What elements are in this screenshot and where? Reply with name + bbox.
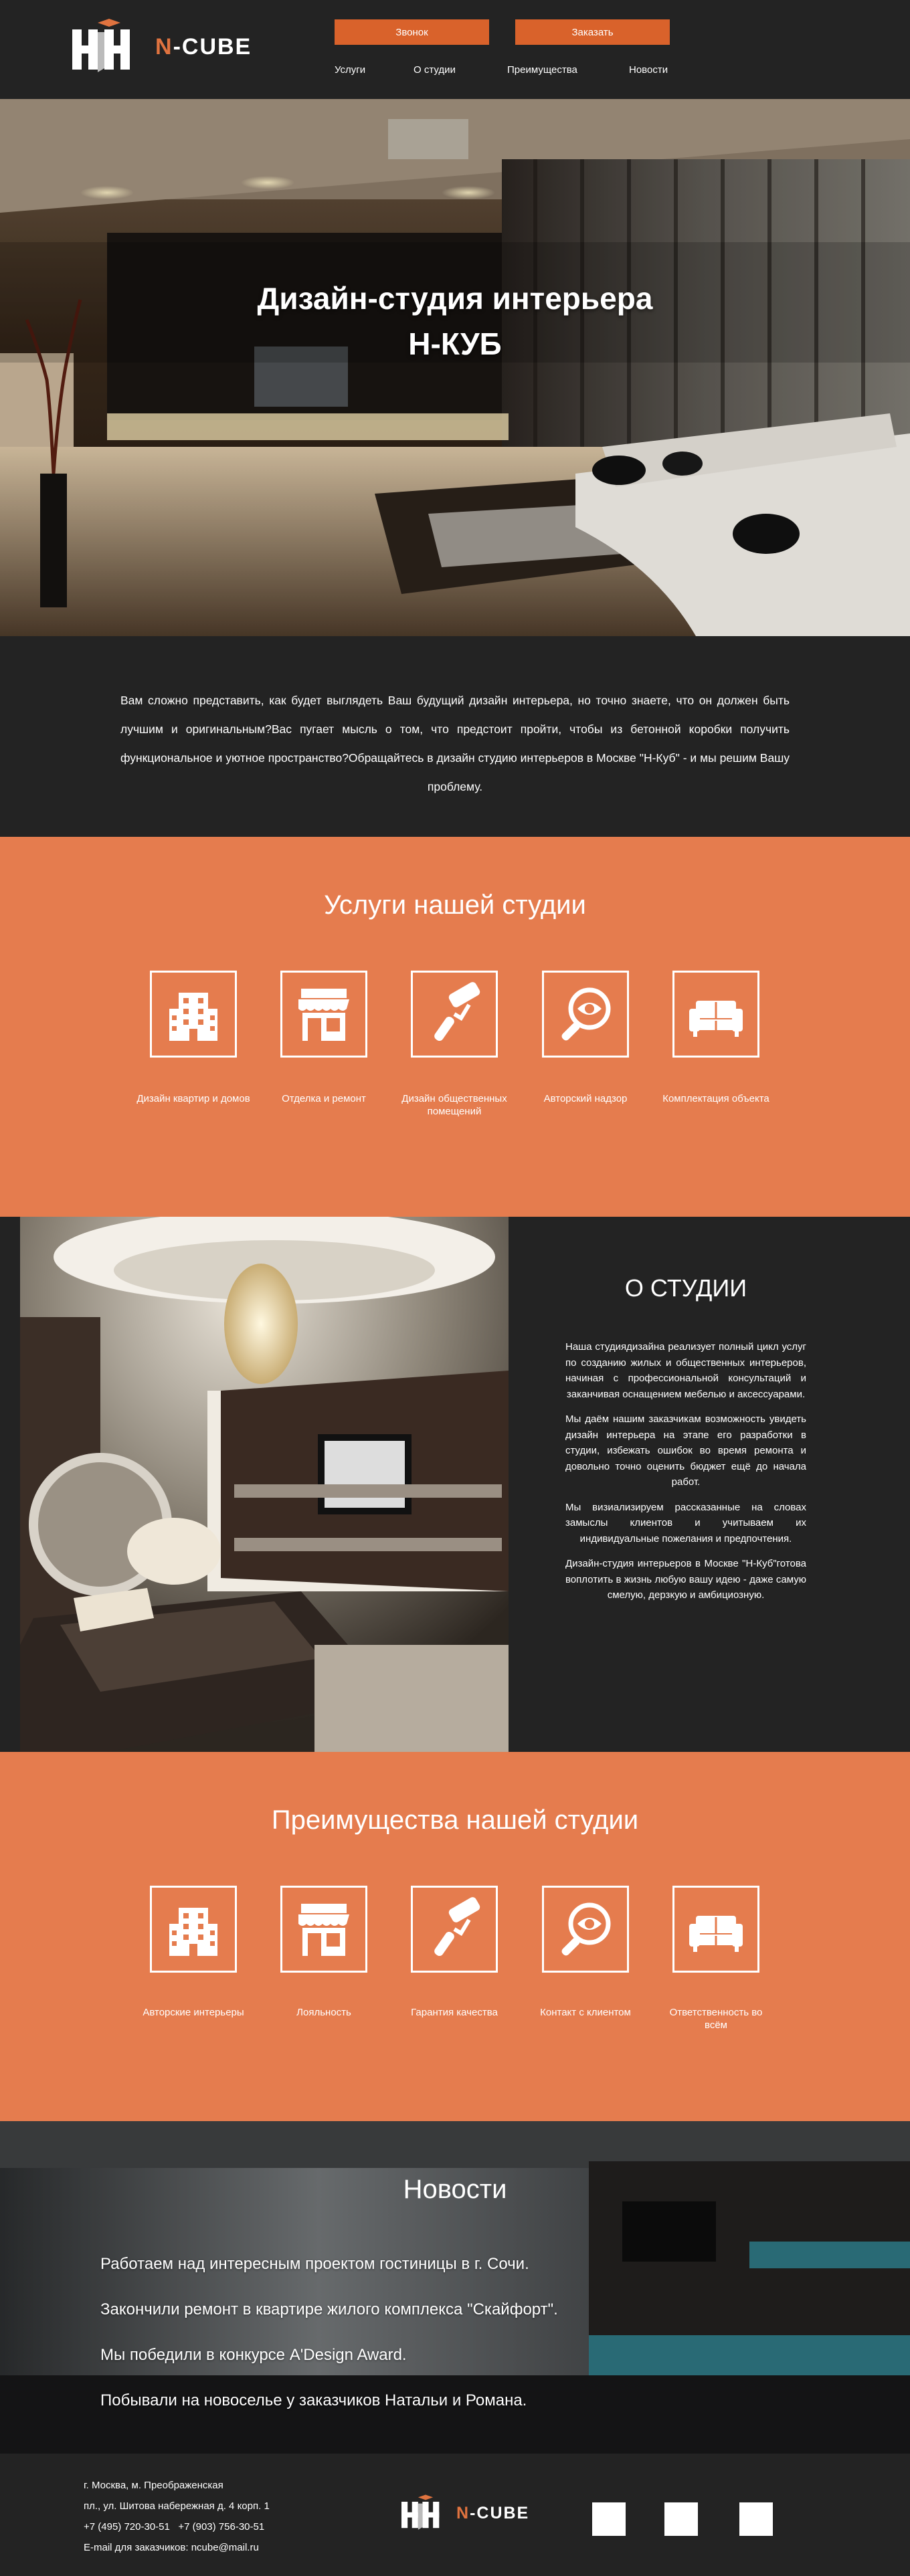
magnifier-eye-icon: [553, 982, 618, 1046]
advantages-tile[interactable]: [280, 1886, 367, 1973]
social-icon[interactable]: [739, 2502, 773, 2536]
services-tile-label: Отделка и ремонт: [282, 1093, 366, 1104]
logo-n: N: [155, 33, 173, 60]
services-tile-label: Дизайн квартир и домов: [136, 1093, 250, 1104]
advantages-tile[interactable]: [150, 1886, 237, 1973]
site-footer: г. Москва, м. Преображенская пл., ул. Ши…: [0, 2454, 910, 2576]
services-tile[interactable]: [150, 971, 237, 1058]
services-title: Услуги нашей студии: [324, 890, 586, 920]
logo-rest: -CUBE: [173, 33, 252, 60]
about-paragraph: Дизайн-студия интерьеров в Москве "Н-Куб…: [565, 1558, 806, 1601]
advantages-tile-label: Гарантия качества: [411, 2007, 498, 2018]
site-header: N-CUBE Звонок Заказать Услуги О студии П…: [0, 0, 910, 99]
about-paragraph: Мы даём нашим заказчикам возможность уви…: [565, 1413, 806, 1488]
advantages-tile-label: Ответственность во всём: [669, 2007, 763, 2031]
nav-item-advantages[interactable]: Преимущества: [507, 64, 577, 76]
call-button[interactable]: Звонок: [335, 19, 489, 45]
hero-title-line1: Дизайн-студия интерьера: [257, 281, 653, 316]
advantages-section: Преимущества нашей студии Авторские инте…: [0, 1752, 910, 2121]
advantages-tile-label: Контакт с клиентом: [540, 2007, 631, 2018]
services-tile-label: Комплектация объекта: [662, 1093, 769, 1104]
advantages-tile[interactable]: [411, 1886, 498, 1973]
intro-section: Вам сложно представить, как будет выгляд…: [0, 636, 910, 837]
news-section: Новости Работаем над интересным проектом…: [0, 2121, 910, 2454]
hero-living-room-image: [0, 99, 910, 636]
magnifier-eye-icon: [553, 1897, 618, 1961]
news-item[interactable]: Закончили ремонт в квартире жилого компл…: [100, 2300, 558, 2319]
news-item[interactable]: Побывали на новоселье у заказчиков Натал…: [100, 2391, 527, 2410]
about-bedroom-image: [20, 1217, 509, 1752]
services-tile[interactable]: [411, 971, 498, 1058]
about-text: Наша студиядизайна реализует полный цикл…: [565, 1339, 806, 1613]
footer-address-line2: пл., ул. Шитова набережная д. 4 корп. 1: [84, 2500, 270, 2512]
storefront-icon: [292, 1897, 356, 1961]
services-tile[interactable]: [542, 971, 629, 1058]
services-section: Услуги нашей студии Дизайн квартир и дом…: [0, 837, 910, 1217]
site-logo[interactable]: N-CUBE: [72, 19, 252, 75]
footer-contacts: г. Москва, м. Преображенская пл., ул. Ши…: [84, 2475, 270, 2558]
about-title: О СТУДИИ: [624, 1274, 747, 1302]
advantages-tile[interactable]: [542, 1886, 629, 1973]
nav-item-services[interactable]: Услуги: [335, 64, 365, 76]
social-icon[interactable]: [592, 2502, 626, 2536]
page: N-CUBE Звонок Заказать Услуги О студии П…: [0, 0, 910, 2576]
logo-wordmark: N-CUBE: [155, 34, 252, 60]
footer-logo[interactable]: N-CUBE: [401, 2494, 529, 2533]
cube-logo-icon: [401, 2494, 440, 2530]
footer-address-line1: г. Москва, м. Преображенская: [84, 2480, 223, 2491]
services-tile[interactable]: [280, 971, 367, 1058]
advantages-title: Преимущества нашей студии: [271, 1805, 639, 1835]
sofa-icon: [684, 982, 748, 1046]
about-section: О СТУДИИ Наша студиядизайна реализует по…: [0, 1217, 910, 1752]
hero-title: Дизайн-студия интерьера Н-КУБ: [0, 276, 910, 367]
footer-phones[interactable]: +7 (495) 720-30-51 +7 (903) 756-30-51: [84, 2516, 270, 2537]
services-tile-label: Авторский надзор: [543, 1093, 628, 1104]
advantages-tile-label: Авторские интерьеры: [143, 2007, 244, 2018]
logo-n: N: [456, 2503, 470, 2522]
hero-banner: Дизайн-студия интерьера Н-КУБ: [0, 99, 910, 636]
social-icon[interactable]: [664, 2502, 698, 2536]
news-item[interactable]: Мы победили в конкурсе A'Design Award.: [100, 2346, 407, 2365]
nav-item-news[interactable]: Новости: [629, 64, 668, 76]
about-paragraph: Наша студиядизайна реализует полный цикл…: [565, 1341, 806, 1400]
logo-wordmark: N-CUBE: [456, 2504, 529, 2523]
building-icon: [161, 982, 225, 1046]
storefront-icon: [292, 982, 356, 1046]
about-paragraph: Мы визиализируем рассказанные на словах …: [565, 1501, 806, 1545]
services-tile-label: Дизайн общественных помещений: [401, 1093, 507, 1117]
footer-email[interactable]: E-mail для заказчиков: ncube@mail.ru: [84, 2537, 270, 2558]
building-icon: [161, 1897, 225, 1961]
paint-roller-icon: [422, 1897, 486, 1961]
intro-text: Вам сложно представить, как будет выгляд…: [120, 694, 790, 793]
paint-roller-icon: [422, 982, 486, 1046]
advantages-tile[interactable]: [672, 1886, 759, 1973]
hero-title-line2: Н-КУБ: [408, 326, 502, 361]
services-tile[interactable]: [672, 971, 759, 1058]
advantages-tile-label: Лояльность: [296, 2007, 351, 2018]
logo-rest: -CUBE: [470, 2503, 530, 2522]
news-item[interactable]: Работаем над интересным проектом гостини…: [100, 2255, 529, 2274]
cube-logo-icon: [72, 19, 130, 72]
sofa-icon: [684, 1897, 748, 1961]
order-button[interactable]: Заказать: [515, 19, 670, 45]
news-title: Новости: [403, 2175, 507, 2204]
nav-item-about[interactable]: О студии: [414, 64, 456, 76]
